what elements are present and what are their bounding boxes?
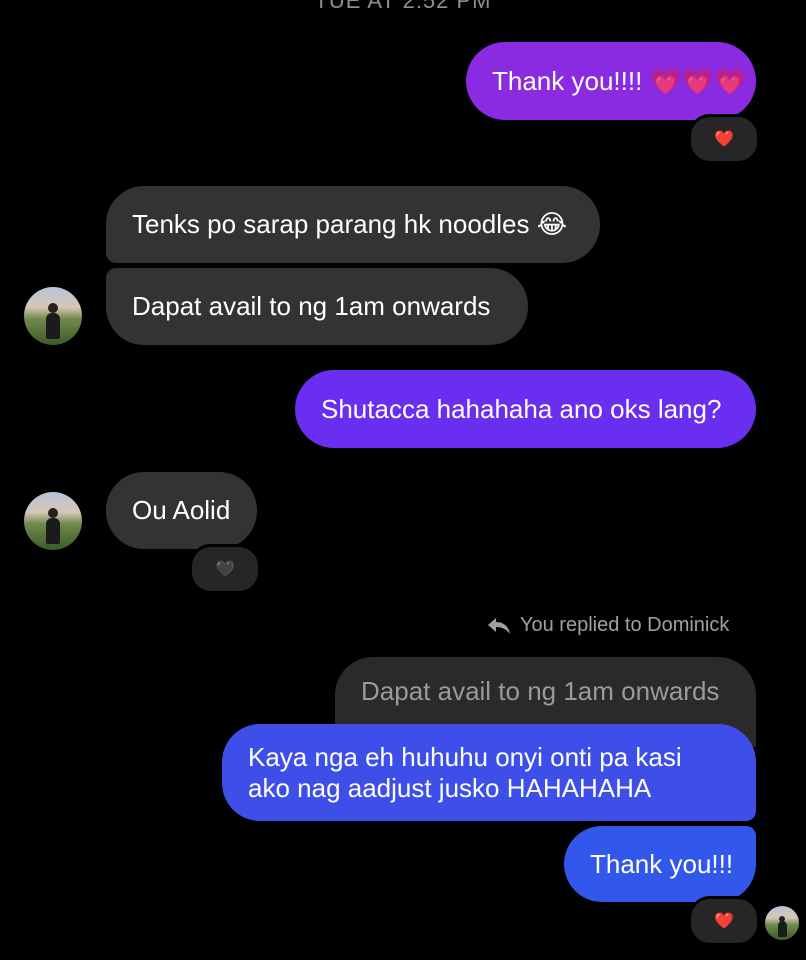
reaction-heart[interactable]: ❤️ (688, 896, 760, 946)
heart-icon: ❤️ (714, 913, 734, 930)
message-text: Thank you!!! (590, 848, 734, 879)
conversation-timestamp: TUE AT 2:52 PM (314, 0, 492, 13)
reaction-black-heart[interactable]: 🖤 (189, 544, 261, 594)
message-text: Ou Aolid (132, 495, 231, 525)
incoming-message[interactable]: Tenks po sarap parang hk noodles 😂 (106, 186, 600, 263)
message-text: Dapat avail to ng 1am onwards (132, 291, 491, 321)
seen-avatar (765, 906, 799, 940)
incoming-message[interactable]: Ou Aolid (106, 472, 257, 549)
avatar-person (46, 313, 60, 340)
message-text: Thank you!!!! 💗💗💗 (492, 65, 747, 96)
black-heart-icon: 🖤 (215, 561, 235, 578)
contact-avatar[interactable] (24, 492, 82, 550)
quoted-text: Dapat avail to ng 1am onwards (361, 676, 720, 706)
incoming-message[interactable]: Dapat avail to ng 1am onwards (106, 268, 528, 345)
reply-header: You replied to Dominick (486, 614, 729, 637)
heart-icon: ❤️ (714, 131, 734, 148)
message-text: Kaya nga eh huhuhu onyi onti pa kasi ako… (248, 741, 682, 803)
outgoing-message[interactable]: Thank you!!!! 💗💗💗 (466, 42, 756, 120)
message-text: Tenks po sarap parang hk noodles 😂 (132, 209, 568, 239)
avatar-person (46, 518, 60, 545)
contact-avatar[interactable] (24, 287, 82, 345)
outgoing-message[interactable]: Thank you!!! (564, 826, 756, 902)
outgoing-message[interactable]: Shutacca hahahaha ano oks lang? (295, 370, 756, 448)
reply-header-text: You replied to Dominick (520, 614, 730, 636)
avatar-head (48, 303, 58, 314)
avatar-head (48, 508, 58, 519)
outgoing-message[interactable]: Kaya nga eh huhuhu onyi onti pa kasi ako… (222, 724, 756, 821)
reply-arrow-icon (488, 617, 510, 634)
reaction-heart[interactable]: ❤️ (688, 114, 760, 164)
avatar-person (778, 920, 787, 937)
message-text: Shutacca hahahaha ano oks lang? (321, 393, 722, 424)
